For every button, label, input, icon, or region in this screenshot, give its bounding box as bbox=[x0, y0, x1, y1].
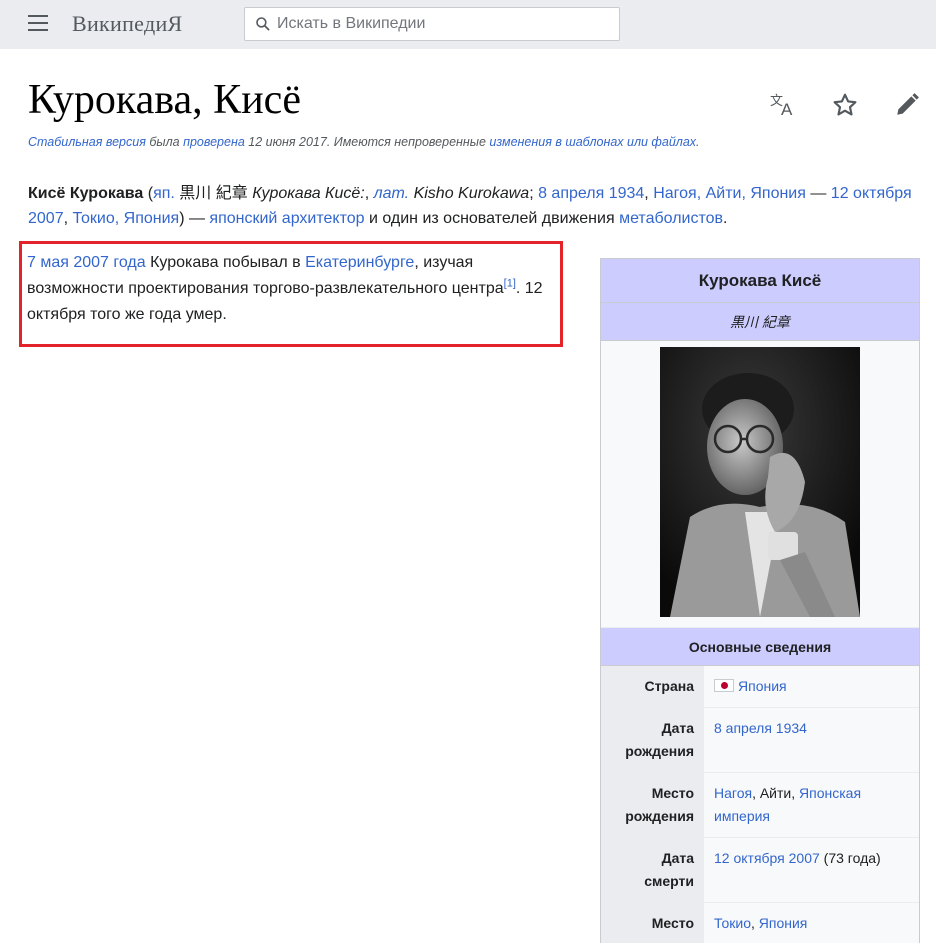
death-place-link[interactable]: Токио, Япония bbox=[72, 210, 179, 227]
highlighted-paragraph: 7 мая 2007 года Курокава побывал в Екате… bbox=[27, 254, 543, 323]
infobox-tokyo-link[interactable]: Токио bbox=[714, 915, 751, 931]
birth-date-link[interactable]: 8 апреля 1934 bbox=[538, 185, 644, 202]
stable-version-note: Стабильная версия была проверена 12 июня… bbox=[28, 135, 700, 149]
infobox-death-date-link[interactable]: 12 октября 2007 bbox=[714, 850, 820, 866]
japanese-lang-link[interactable]: яп. bbox=[153, 185, 175, 202]
infobox-row-death-date: Дата смерти 12 октября 2007 (73 года) bbox=[601, 838, 919, 903]
search-input[interactable] bbox=[277, 15, 597, 33]
top-header: ВикипедиЯ bbox=[0, 0, 936, 49]
reviewed-link[interactable]: проверена bbox=[183, 135, 245, 149]
stable-version-link[interactable]: Стабильная версия bbox=[28, 135, 146, 149]
reference-link[interactable]: [1] bbox=[504, 278, 516, 290]
search-box[interactable] bbox=[244, 7, 620, 41]
infobox-japan-link[interactable]: Япония bbox=[759, 915, 808, 931]
infobox-row-birth-date: Дата рождения 8 апреля 1934 bbox=[601, 708, 919, 773]
subject-name: Кисё Курокава bbox=[28, 185, 144, 202]
portrait-photo[interactable] bbox=[660, 347, 860, 617]
architect-link[interactable]: японский архитектор bbox=[209, 210, 364, 227]
language-icon[interactable]: 文 A bbox=[768, 90, 798, 120]
infobox-native-name: 黒川 紀章 bbox=[601, 303, 919, 341]
infobox-row-birth-place: Место рождения Нагоя, Айти, Японская имп… bbox=[601, 773, 919, 838]
infobox-title: Курокава Кисё bbox=[601, 259, 919, 303]
visit-date-link[interactable]: 7 мая 2007 года bbox=[27, 254, 146, 271]
infobox-row-country: Страна Япония bbox=[601, 666, 919, 708]
wikipedia-logo[interactable]: ВикипедиЯ bbox=[72, 11, 183, 37]
latin-lang-link[interactable]: лат. bbox=[374, 185, 410, 202]
infobox-row-death-place: Место смерти Токио, Япония bbox=[601, 903, 919, 943]
pending-changes-link[interactable]: изменения в шаблонах или файлах bbox=[489, 135, 696, 149]
search-icon bbox=[256, 17, 270, 31]
metabolism-link[interactable]: метаболистов bbox=[619, 210, 723, 227]
menu-icon[interactable] bbox=[28, 15, 50, 35]
birth-place-link[interactable]: Нагоя, Айти, Япония bbox=[653, 185, 806, 202]
page-title: Курокава, Кисё bbox=[28, 77, 301, 123]
infobox: Курокава Кисё 黒川 紀章 Основные сведения Ст… bbox=[600, 258, 920, 943]
title-actions: 文 A bbox=[736, 90, 922, 120]
yekaterinburg-link[interactable]: Екатеринбурге bbox=[305, 254, 414, 271]
lead-paragraph: Кисё Курокава (яп. 黒川 紀章 Курокава Кисё:,… bbox=[28, 185, 912, 227]
infobox-nagoya-link[interactable]: Нагоя bbox=[714, 785, 752, 801]
svg-text:A: A bbox=[781, 100, 793, 118]
infobox-photo-cell bbox=[601, 341, 919, 628]
edit-pencil-icon[interactable] bbox=[892, 90, 922, 120]
country-link[interactable]: Япония bbox=[738, 678, 787, 694]
star-icon[interactable] bbox=[830, 90, 860, 120]
japan-flag-icon[interactable] bbox=[714, 679, 734, 692]
infobox-section-header: Основные сведения bbox=[601, 628, 919, 666]
infobox-birth-date-link[interactable]: 8 апреля 1934 bbox=[714, 720, 807, 736]
